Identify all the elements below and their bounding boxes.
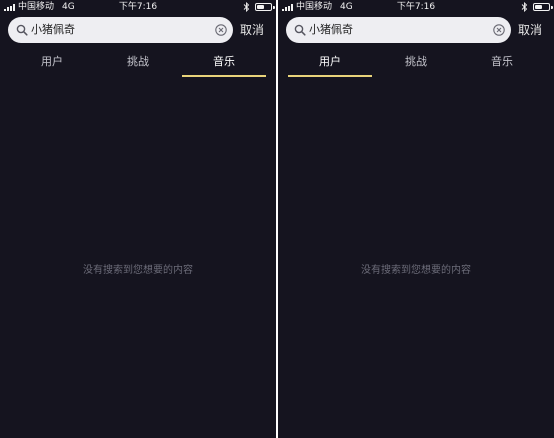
bluetooth-icon bbox=[243, 2, 250, 12]
status-bar: 中国移动 4G 下午7:16 bbox=[0, 0, 276, 14]
active-tab-indicator bbox=[182, 75, 266, 77]
tab-music[interactable]: 音乐 bbox=[460, 52, 544, 78]
search-icon bbox=[16, 24, 28, 36]
clear-icon[interactable] bbox=[215, 24, 227, 36]
search-input[interactable] bbox=[309, 17, 489, 43]
battery-icon bbox=[533, 3, 550, 11]
empty-results-message: 没有搜索到您想要的内容 bbox=[83, 265, 193, 276]
status-bar: 中国移动 4G 下午7:16 bbox=[278, 0, 554, 14]
cancel-button[interactable]: 取消 bbox=[240, 16, 264, 44]
tab-bar: 用户 挑战 音乐 bbox=[278, 52, 554, 78]
screen-right: 中国移动 4G 下午7:16 取消 用户 bbox=[278, 0, 554, 438]
battery-icon bbox=[255, 3, 272, 11]
tab-label: 挑战 bbox=[127, 55, 149, 68]
tab-users[interactable]: 用户 bbox=[10, 52, 94, 78]
tab-challenges[interactable]: 挑战 bbox=[96, 52, 180, 78]
tab-challenges[interactable]: 挑战 bbox=[374, 52, 458, 78]
search-row: 取消 bbox=[278, 16, 554, 44]
tab-label: 用户 bbox=[319, 55, 341, 68]
clock: 下午7:16 bbox=[118, 2, 158, 12]
tab-music[interactable]: 音乐 bbox=[182, 52, 266, 78]
battery-tip bbox=[273, 6, 275, 9]
battery-tip bbox=[551, 6, 553, 9]
screen-left: 中国移动 4G 下午7:16 取消 用户 bbox=[0, 0, 276, 438]
search-row: 取消 bbox=[0, 16, 276, 44]
search-input[interactable] bbox=[31, 17, 211, 43]
search-box[interactable] bbox=[8, 17, 233, 43]
tab-label: 音乐 bbox=[491, 55, 513, 68]
bluetooth-icon bbox=[521, 2, 528, 12]
cancel-button[interactable]: 取消 bbox=[518, 16, 542, 44]
tab-bar: 用户 挑战 音乐 bbox=[0, 52, 276, 78]
search-icon bbox=[294, 24, 306, 36]
empty-results-message: 没有搜索到您想要的内容 bbox=[361, 265, 471, 276]
search-box[interactable] bbox=[286, 17, 511, 43]
tab-users[interactable]: 用户 bbox=[288, 52, 372, 78]
tab-label: 挑战 bbox=[405, 55, 427, 68]
clear-icon[interactable] bbox=[493, 24, 505, 36]
clock: 下午7:16 bbox=[396, 2, 436, 12]
tab-label: 用户 bbox=[41, 55, 63, 68]
tab-label: 音乐 bbox=[213, 55, 235, 68]
active-tab-indicator bbox=[288, 75, 372, 77]
